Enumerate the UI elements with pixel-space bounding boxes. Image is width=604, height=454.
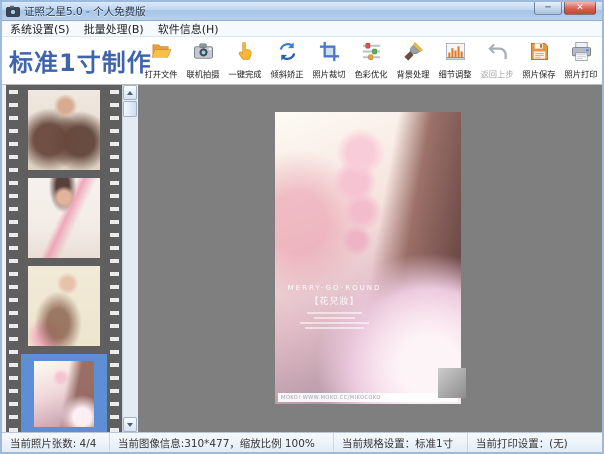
- preview-photo: MERRY-GO-ROUND 【花兒妝】 MOKO! WWW.MOKO.CC/M…: [275, 112, 461, 404]
- color-optimize-icon: [360, 40, 383, 67]
- preview-canvas: MERRY-GO-ROUND 【花兒妝】 MOKO! WWW.MOKO.CC/M…: [137, 85, 602, 432]
- thumbnail-item-4-selected[interactable]: [21, 354, 107, 432]
- menu-bar: 系统设置(S) 批量处理(B) 软件信息(H): [2, 21, 602, 37]
- open-file-icon: [150, 40, 173, 67]
- status-image-info: 当前图像信息:310*477，缩放比例 100%: [110, 433, 334, 452]
- undo-step-icon: [486, 40, 509, 67]
- scroll-up-button[interactable]: [123, 85, 137, 100]
- thumbnail-item-2[interactable]: [21, 178, 107, 258]
- caption-title: MERRY-GO-ROUND: [275, 284, 394, 292]
- tool-label: 细节调整: [438, 69, 471, 81]
- scrollbar-thumb[interactable]: [123, 101, 137, 117]
- thumbnail-photo-4: [34, 361, 94, 427]
- detail-adjust-icon: [444, 40, 467, 67]
- tool-label: 一键完成: [228, 69, 261, 81]
- chevron-down-icon: [127, 423, 133, 427]
- title-bar: 证照之星5.0 - 个人免费版 ─ ✕: [2, 2, 602, 21]
- menu-batch-process[interactable]: 批量处理(B): [84, 21, 144, 37]
- tool-label: 照片裁切: [312, 69, 345, 81]
- background-process-icon: [402, 40, 425, 67]
- caption-credit-line: [307, 312, 362, 314]
- open-file-button[interactable]: 打开文件: [140, 40, 182, 81]
- tool-label: 背景处理: [396, 69, 429, 81]
- background-process-button[interactable]: 背景处理: [392, 40, 434, 81]
- app-window: 证照之星5.0 - 个人免费版 ─ ✕ 系统设置(S) 批量处理(B) 软件信息…: [0, 0, 604, 454]
- photo-save-icon: [528, 40, 551, 67]
- thumbnail-item-1[interactable]: [21, 90, 107, 170]
- menu-system-settings[interactable]: 系统设置(S): [10, 21, 70, 37]
- scrollbar-track[interactable]: [123, 118, 137, 417]
- window-title: 证照之星5.0 - 个人免费版: [24, 4, 146, 19]
- camera-capture-button[interactable]: 联机拍摄: [182, 40, 224, 81]
- app-camera-icon: [6, 5, 20, 17]
- mode-title: 标准1寸制作: [2, 43, 140, 78]
- thumbnail-list: [21, 85, 107, 432]
- caption-subtitle: 【花兒妝】: [275, 294, 394, 307]
- caption-credit-line: [300, 322, 369, 324]
- chevron-up-icon: [127, 91, 133, 95]
- toolbar: 打开文件 联机拍摄 一键完成 倾斜矫正 照片裁切 色彩优化: [140, 40, 602, 81]
- thumbnail-scrollbar[interactable]: [122, 85, 137, 432]
- one-click-finish-icon: [234, 40, 257, 67]
- status-bar: 当前照片张数: 4/4 当前图像信息:310*477，缩放比例 100% 当前规…: [2, 432, 602, 452]
- corner-drag-handle[interactable]: [438, 368, 466, 398]
- photo-crop-icon: [318, 40, 341, 67]
- camera-capture-icon: [192, 40, 215, 67]
- tool-label: 倾斜矫正: [270, 69, 303, 81]
- minimize-button[interactable]: ─: [534, 2, 562, 15]
- photo-caption: MERRY-GO-ROUND 【花兒妝】: [275, 284, 394, 329]
- caption-credits: [275, 312, 394, 329]
- tool-label: 照片保存: [522, 69, 555, 81]
- status-spec-setting: 当前规格设置：标准1寸: [334, 433, 468, 452]
- tool-label: 照片打印: [564, 69, 597, 81]
- photo-save-button[interactable]: 照片保存: [518, 40, 560, 81]
- tool-label: 联机拍摄: [186, 69, 219, 81]
- one-click-finish-button[interactable]: 一键完成: [224, 40, 266, 81]
- thumbnail-sidebar: [2, 85, 137, 432]
- tool-label: 打开文件: [144, 69, 177, 81]
- photo-print-button[interactable]: 照片打印: [560, 40, 602, 81]
- detail-adjust-button[interactable]: 细节调整: [434, 40, 476, 81]
- photo-print-icon: [570, 40, 593, 67]
- tilt-correct-button[interactable]: 倾斜矫正: [266, 40, 308, 81]
- content-area: MERRY-GO-ROUND 【花兒妝】 MOKO! WWW.MOKO.CC/M…: [2, 85, 602, 432]
- caption-credit-line: [305, 327, 365, 329]
- header-bar: 标准1寸制作 打开文件 联机拍摄 一键完成 倾斜矫正 照片裁切: [2, 37, 602, 85]
- color-optimize-button[interactable]: 色彩优化: [350, 40, 392, 81]
- thumbnail-photo-2: [28, 178, 100, 258]
- film-perforations-left: [6, 85, 21, 432]
- status-print-setting: 当前打印设置：(无): [468, 433, 602, 452]
- tool-label: 返回上步: [480, 69, 513, 81]
- film-perforations-right: [107, 85, 122, 432]
- scroll-down-button[interactable]: [123, 417, 137, 432]
- status-photo-count: 当前照片张数: 4/4: [2, 433, 110, 452]
- tilt-correct-icon: [276, 40, 299, 67]
- close-button[interactable]: ✕: [564, 2, 596, 15]
- caption-credit-line: [314, 317, 354, 319]
- undo-step-button: 返回上步: [476, 40, 518, 81]
- thumbnail-photo-3: [28, 266, 100, 346]
- thumbnail-item-3[interactable]: [21, 266, 107, 346]
- photo-crop-button[interactable]: 照片裁切: [308, 40, 350, 81]
- thumbnail-photo-1: [28, 90, 100, 170]
- film-strip: [6, 85, 122, 432]
- photo-watermark: MOKO! WWW.MOKO.CC/MIKOCOKO: [278, 393, 458, 402]
- menu-software-info[interactable]: 软件信息(H): [158, 21, 219, 37]
- tool-label: 色彩优化: [354, 69, 387, 81]
